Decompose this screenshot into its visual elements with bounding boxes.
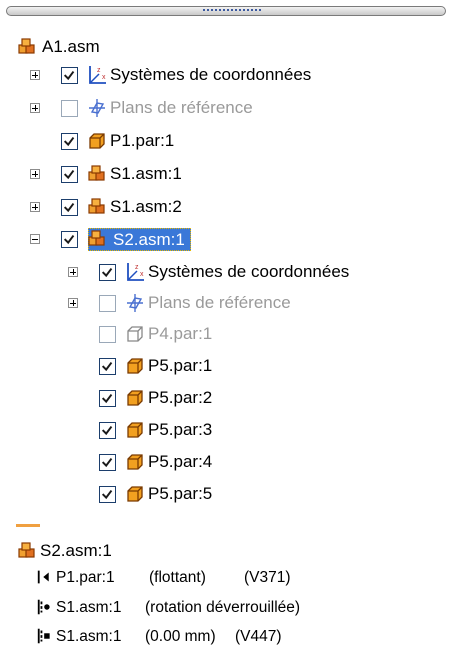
relation-code: (V447)	[235, 628, 282, 645]
part-icon	[127, 486, 143, 502]
tree-item-label: S1.asm:2	[110, 197, 182, 216]
float-relation-icon	[37, 570, 49, 584]
part-icon	[89, 133, 105, 149]
relation-item[interactable]: S1.asm:1 (0.00 mm) (V447)	[0, 627, 451, 651]
assembly-icon	[88, 165, 105, 181]
expand-button[interactable]	[30, 103, 40, 113]
expand-button[interactable]	[30, 70, 40, 80]
relation-part-label: S1.asm:1	[56, 628, 122, 645]
axial-align-relation-icon	[37, 599, 50, 615]
svg-text:x: x	[102, 74, 106, 81]
checkbox-checked[interactable]	[99, 486, 116, 503]
svg-text:z: z	[135, 264, 139, 271]
assembly-icon	[88, 230, 105, 246]
checkbox-checked[interactable]	[99, 422, 116, 439]
tree-row[interactable]: P5.par:4	[0, 451, 451, 475]
assembly-icon	[18, 38, 35, 54]
relation-detail: (flottant)	[149, 569, 206, 586]
part-icon	[127, 390, 143, 406]
tree-item-label: P5.par:4	[148, 452, 213, 471]
tree-row[interactable]: Plans de référence	[0, 97, 451, 121]
checkbox-checked[interactable]	[61, 133, 78, 150]
checkbox-checked[interactable]	[61, 67, 78, 84]
checkmark-icon	[63, 136, 75, 147]
tree-item-label: Plans de référence	[110, 98, 253, 117]
tree-row[interactable]: P1.par:1	[0, 130, 451, 154]
reference-planes-icon	[89, 99, 105, 117]
tree-row[interactable]: S1.asm:2	[0, 196, 451, 220]
checkmark-icon	[101, 457, 113, 468]
expand-button[interactable]	[68, 298, 78, 308]
checkmark-icon	[63, 169, 75, 180]
coordinate-systems-icon: zx	[89, 66, 106, 84]
collapse-button[interactable]	[30, 234, 40, 244]
expand-button[interactable]	[30, 202, 40, 212]
checkbox-checked[interactable]	[61, 166, 78, 183]
checkmark-icon	[63, 234, 75, 245]
tree-item-label: P5.par:5	[148, 484, 213, 503]
tree-row[interactable]: P5.par:2	[0, 387, 451, 411]
tree-row[interactable]: P5.par:5	[0, 483, 451, 507]
tree-item-label: P5.par:2	[148, 388, 213, 407]
checkmark-icon	[63, 70, 75, 81]
checkmark-icon	[101, 267, 113, 278]
tree-item-label: Systèmes de coordonnées	[110, 65, 312, 84]
tree-row[interactable]: P4.par:1	[0, 323, 451, 347]
mate-relation-icon	[37, 628, 50, 644]
checkmark-icon	[101, 489, 113, 500]
part-icon	[127, 454, 143, 470]
tree-row[interactable]: Plans de référence	[0, 292, 451, 316]
relation-part-label: P1.par:1	[56, 569, 115, 586]
expand-button[interactable]	[68, 267, 78, 277]
part-icon	[127, 358, 143, 374]
tree-row[interactable]: z x Systèmes de coordonnées	[0, 64, 451, 88]
tree-item-label: P4.par:1	[148, 324, 213, 343]
root-label: A1.asm	[42, 37, 100, 56]
part-icon	[127, 326, 143, 342]
relation-code: (V371)	[244, 569, 291, 586]
grip-dots	[203, 9, 263, 11]
assembly-icon	[88, 198, 105, 214]
pane-splitter-grip[interactable]	[6, 6, 446, 16]
checkmark-icon	[101, 393, 113, 404]
coordinate-systems-icon: zx	[127, 263, 144, 281]
checkmark-icon	[101, 361, 113, 372]
relation-part-label: S1.asm:1	[56, 599, 122, 616]
tree-row[interactable]: P5.par:1	[0, 355, 451, 379]
reference-planes-icon	[127, 294, 143, 312]
assembly-icon	[18, 542, 35, 558]
checkbox-checked[interactable]	[99, 358, 116, 375]
checkbox-checked[interactable]	[99, 454, 116, 471]
relation-item[interactable]: S1.asm:1 (rotation déverrouillée)	[0, 598, 451, 622]
checkbox-checked[interactable]	[61, 231, 78, 248]
checkbox-unchecked[interactable]	[61, 100, 78, 117]
relation-detail: (0.00 mm)	[145, 628, 216, 645]
checkbox-checked[interactable]	[99, 264, 116, 281]
svg-text:z: z	[97, 67, 101, 74]
checkbox-checked[interactable]	[61, 199, 78, 216]
checkmark-icon	[63, 202, 75, 213]
checkbox-checked[interactable]	[99, 390, 116, 407]
svg-text:x: x	[140, 271, 144, 278]
tree-item-label: Plans de référence	[148, 293, 291, 312]
tree-row[interactable]: z x Systèmes de coordonnées	[0, 261, 451, 285]
relation-detail: (rotation déverrouillée)	[145, 599, 301, 616]
tree-row[interactable]: S1.asm:1	[0, 163, 451, 187]
tree-row[interactable]: P5.par:3	[0, 419, 451, 443]
checkbox-unchecked[interactable]	[99, 295, 116, 312]
tree-item-label: P5.par:3	[148, 420, 213, 439]
tree-item-label: S1.asm:1	[110, 164, 182, 183]
checkbox-unchecked[interactable]	[99, 326, 116, 343]
tree-row[interactable]: S2.asm:1	[0, 228, 451, 252]
relation-item[interactable]: P1.par:1 (flottant) (V371)	[0, 568, 451, 592]
section-divider	[16, 524, 40, 527]
relations-title: S2.asm:1	[40, 541, 112, 560]
expand-button[interactable]	[30, 169, 40, 179]
tree-item-label: Systèmes de coordonnées	[148, 262, 350, 281]
tree-item-label: P1.par:1	[110, 131, 175, 150]
part-icon	[127, 422, 143, 438]
checkmark-icon	[101, 425, 113, 436]
tree-item-label: P5.par:1	[148, 356, 213, 375]
